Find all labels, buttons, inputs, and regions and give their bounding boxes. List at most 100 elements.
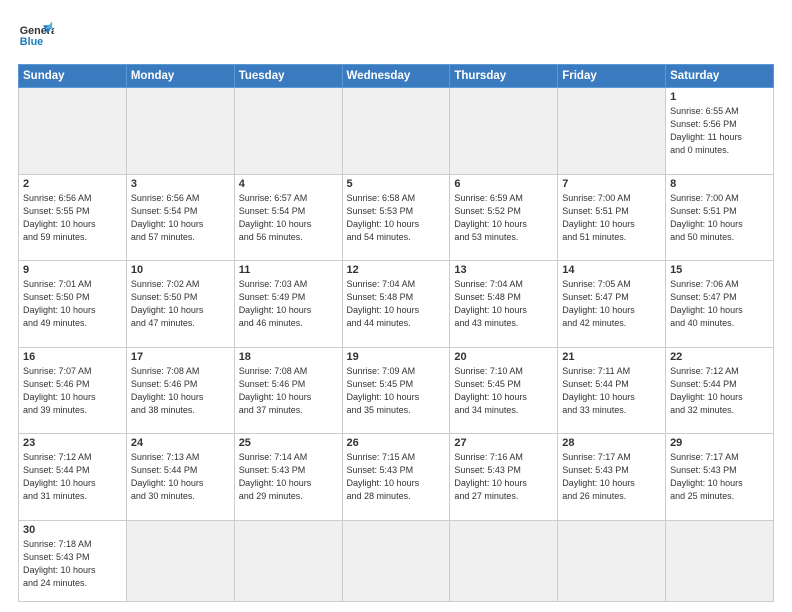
day-number: 4 xyxy=(239,178,338,190)
day-info: Sunrise: 7:18 AM Sunset: 5:43 PM Dayligh… xyxy=(23,538,122,590)
day-number: 19 xyxy=(347,351,446,363)
calendar-cell xyxy=(558,520,666,601)
day-info: Sunrise: 7:04 AM Sunset: 5:48 PM Dayligh… xyxy=(347,278,446,330)
day-number: 3 xyxy=(131,178,230,190)
day-number: 21 xyxy=(562,351,661,363)
day-info: Sunrise: 7:16 AM Sunset: 5:43 PM Dayligh… xyxy=(454,451,553,503)
weekday-header-monday: Monday xyxy=(126,65,234,88)
calendar-cell xyxy=(126,88,234,175)
day-info: Sunrise: 7:05 AM Sunset: 5:47 PM Dayligh… xyxy=(562,278,661,330)
day-number: 18 xyxy=(239,351,338,363)
calendar-cell: 4 Sunrise: 6:57 AM Sunset: 5:54 PM Daylig… xyxy=(234,174,342,261)
day-number: 13 xyxy=(454,264,553,276)
day-number: 29 xyxy=(670,437,769,449)
calendar-cell: 26 Sunrise: 7:15 AM Sunset: 5:43 PM Dayli… xyxy=(342,434,450,521)
day-info: Sunrise: 6:57 AM Sunset: 5:54 PM Dayligh… xyxy=(239,192,338,244)
weekday-header-sunday: Sunday xyxy=(19,65,127,88)
calendar-cell: 28 Sunrise: 7:17 AM Sunset: 5:43 PM Dayli… xyxy=(558,434,666,521)
day-number: 23 xyxy=(23,437,122,449)
day-info: Sunrise: 6:56 AM Sunset: 5:55 PM Dayligh… xyxy=(23,192,122,244)
calendar-cell xyxy=(126,520,234,601)
logo: General Blue xyxy=(18,18,54,54)
calendar-cell xyxy=(450,88,558,175)
calendar-cell xyxy=(234,520,342,601)
day-number: 7 xyxy=(562,178,661,190)
day-info: Sunrise: 7:17 AM Sunset: 5:43 PM Dayligh… xyxy=(562,451,661,503)
calendar-cell: 18 Sunrise: 7:08 AM Sunset: 5:46 PM Dayli… xyxy=(234,347,342,434)
day-info: Sunrise: 7:08 AM Sunset: 5:46 PM Dayligh… xyxy=(131,365,230,417)
calendar-cell xyxy=(342,88,450,175)
weekday-header-tuesday: Tuesday xyxy=(234,65,342,88)
day-number: 30 xyxy=(23,524,122,536)
calendar-cell: 22 Sunrise: 7:12 AM Sunset: 5:44 PM Dayli… xyxy=(666,347,774,434)
day-number: 15 xyxy=(670,264,769,276)
calendar-cell: 5 Sunrise: 6:58 AM Sunset: 5:53 PM Daylig… xyxy=(342,174,450,261)
calendar-cell xyxy=(666,520,774,601)
day-number: 16 xyxy=(23,351,122,363)
weekday-header-saturday: Saturday xyxy=(666,65,774,88)
weekday-header-row: SundayMondayTuesdayWednesdayThursdayFrid… xyxy=(19,65,774,88)
day-info: Sunrise: 7:15 AM Sunset: 5:43 PM Dayligh… xyxy=(347,451,446,503)
calendar-cell: 17Sunrise: 7:08 AM Sunset: 5:46 PM Dayli… xyxy=(126,347,234,434)
day-number: 28 xyxy=(562,437,661,449)
day-number: 25 xyxy=(239,437,338,449)
calendar-cell: 27 Sunrise: 7:16 AM Sunset: 5:43 PM Dayli… xyxy=(450,434,558,521)
calendar-cell: 8Sunrise: 7:00 AM Sunset: 5:51 PM Daylig… xyxy=(666,174,774,261)
calendar-cell xyxy=(19,88,127,175)
calendar-cell: 29 Sunrise: 7:17 AM Sunset: 5:43 PM Dayli… xyxy=(666,434,774,521)
day-info: Sunrise: 7:07 AM Sunset: 5:46 PM Dayligh… xyxy=(23,365,122,417)
day-number: 20 xyxy=(454,351,553,363)
calendar-cell xyxy=(342,520,450,601)
day-info: Sunrise: 7:13 AM Sunset: 5:44 PM Dayligh… xyxy=(131,451,230,503)
day-number: 6 xyxy=(454,178,553,190)
calendar-cell: 9Sunrise: 7:01 AM Sunset: 5:50 PM Daylig… xyxy=(19,261,127,348)
week-row-3: 9Sunrise: 7:01 AM Sunset: 5:50 PM Daylig… xyxy=(19,261,774,348)
day-info: Sunrise: 7:09 AM Sunset: 5:45 PM Dayligh… xyxy=(347,365,446,417)
day-info: Sunrise: 7:06 AM Sunset: 5:47 PM Dayligh… xyxy=(670,278,769,330)
calendar-cell: 20 Sunrise: 7:10 AM Sunset: 5:45 PM Dayli… xyxy=(450,347,558,434)
calendar-cell: 10 Sunrise: 7:02 AM Sunset: 5:50 PM Dayli… xyxy=(126,261,234,348)
svg-text:Blue: Blue xyxy=(20,36,43,48)
week-row-4: 16 Sunrise: 7:07 AM Sunset: 5:46 PM Dayli… xyxy=(19,347,774,434)
calendar-cell: 21 Sunrise: 7:11 AM Sunset: 5:44 PM Dayli… xyxy=(558,347,666,434)
calendar-cell: 19 Sunrise: 7:09 AM Sunset: 5:45 PM Dayli… xyxy=(342,347,450,434)
day-number: 10 xyxy=(131,264,230,276)
calendar-cell: 11Sunrise: 7:03 AM Sunset: 5:49 PM Dayli… xyxy=(234,261,342,348)
calendar-cell: 25 Sunrise: 7:14 AM Sunset: 5:43 PM Dayli… xyxy=(234,434,342,521)
day-info: Sunrise: 6:55 AM Sunset: 5:56 PM Dayligh… xyxy=(670,105,769,157)
day-info: Sunrise: 6:58 AM Sunset: 5:53 PM Dayligh… xyxy=(347,192,446,244)
calendar-cell: 13 Sunrise: 7:04 AM Sunset: 5:48 PM Dayli… xyxy=(450,261,558,348)
week-row-1: 1 Sunrise: 6:55 AM Sunset: 5:56 PM Daylig… xyxy=(19,88,774,175)
week-row-2: 2 Sunrise: 6:56 AM Sunset: 5:55 PM Daylig… xyxy=(19,174,774,261)
calendar-cell: 6Sunrise: 6:59 AM Sunset: 5:52 PM Daylig… xyxy=(450,174,558,261)
day-info: Sunrise: 7:14 AM Sunset: 5:43 PM Dayligh… xyxy=(239,451,338,503)
day-number: 9 xyxy=(23,264,122,276)
day-info: Sunrise: 7:08 AM Sunset: 5:46 PM Dayligh… xyxy=(239,365,338,417)
day-info: Sunrise: 6:56 AM Sunset: 5:54 PM Dayligh… xyxy=(131,192,230,244)
generalblue-logo-icon: General Blue xyxy=(18,18,54,54)
week-row-6: 30 Sunrise: 7:18 AM Sunset: 5:43 PM Dayli… xyxy=(19,520,774,601)
day-number: 1 xyxy=(670,91,769,103)
day-info: Sunrise: 7:10 AM Sunset: 5:45 PM Dayligh… xyxy=(454,365,553,417)
calendar-cell: 30 Sunrise: 7:18 AM Sunset: 5:43 PM Dayli… xyxy=(19,520,127,601)
day-number: 24 xyxy=(131,437,230,449)
calendar-cell: 1 Sunrise: 6:55 AM Sunset: 5:56 PM Daylig… xyxy=(666,88,774,175)
day-number: 2 xyxy=(23,178,122,190)
day-info: Sunrise: 7:00 AM Sunset: 5:51 PM Dayligh… xyxy=(670,192,769,244)
day-info: Sunrise: 7:02 AM Sunset: 5:50 PM Dayligh… xyxy=(131,278,230,330)
day-number: 5 xyxy=(347,178,446,190)
day-number: 14 xyxy=(562,264,661,276)
day-number: 27 xyxy=(454,437,553,449)
calendar-cell: 24 Sunrise: 7:13 AM Sunset: 5:44 PM Dayli… xyxy=(126,434,234,521)
calendar-cell: 12 Sunrise: 7:04 AM Sunset: 5:48 PM Dayli… xyxy=(342,261,450,348)
day-number: 26 xyxy=(347,437,446,449)
day-info: Sunrise: 7:04 AM Sunset: 5:48 PM Dayligh… xyxy=(454,278,553,330)
day-number: 12 xyxy=(347,264,446,276)
day-info: Sunrise: 7:12 AM Sunset: 5:44 PM Dayligh… xyxy=(670,365,769,417)
day-info: Sunrise: 7:17 AM Sunset: 5:43 PM Dayligh… xyxy=(670,451,769,503)
day-number: 22 xyxy=(670,351,769,363)
weekday-header-thursday: Thursday xyxy=(450,65,558,88)
day-info: Sunrise: 7:11 AM Sunset: 5:44 PM Dayligh… xyxy=(562,365,661,417)
weekday-header-friday: Friday xyxy=(558,65,666,88)
calendar-cell xyxy=(234,88,342,175)
